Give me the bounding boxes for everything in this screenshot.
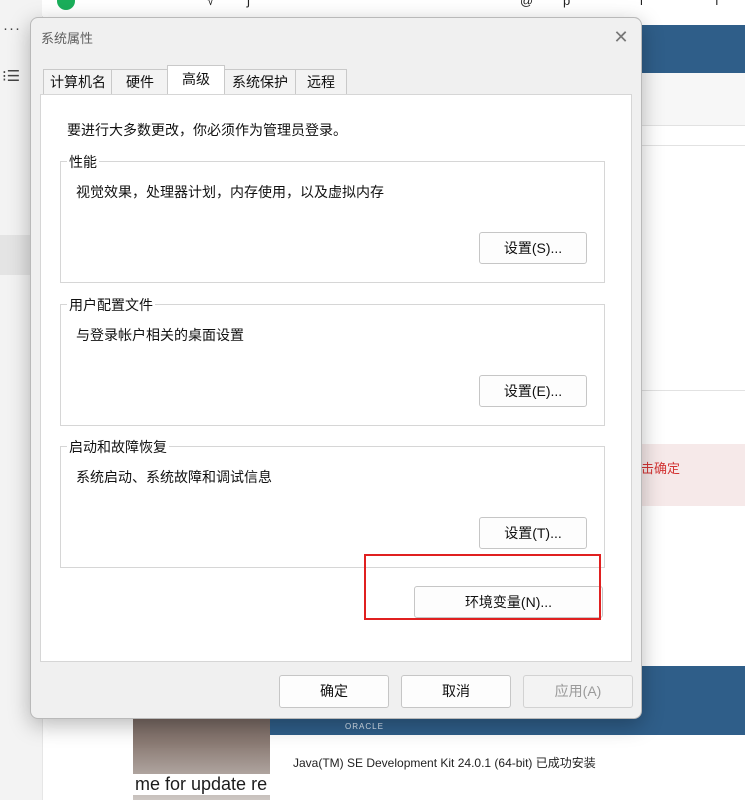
- user-profiles-group: 用户配置文件 与登录帐户相关的桌面设置 设置(E)...: [60, 295, 605, 426]
- background-header-bar: [632, 25, 745, 73]
- top-fragment: ʃ: [247, 0, 250, 8]
- dialog-title: 系统属性: [41, 31, 94, 46]
- tab-system-protection[interactable]: 系统保护: [223, 69, 297, 94]
- startup-recovery-group: 启动和故障恢复 系统启动、系统故障和调试信息 设置(T)...: [60, 437, 605, 568]
- group-label: 启动和故障恢复: [67, 437, 169, 457]
- background-hint-text: 击确定: [641, 461, 681, 476]
- divider: [632, 145, 745, 146]
- top-fragment: p: [563, 0, 571, 8]
- highlight-box: [364, 554, 601, 620]
- installer-message: Java(TM) SE Development Kit 24.0.1 (64-b…: [293, 756, 596, 770]
- more-dots-icon[interactable]: ···: [3, 20, 21, 37]
- ok-button[interactable]: 确定: [279, 675, 389, 708]
- divider: [632, 390, 745, 391]
- startup-recovery-settings-button[interactable]: 设置(T)...: [479, 517, 587, 549]
- group-description: 系统启动、系统故障和调试信息: [76, 469, 272, 485]
- top-fragment: l: [640, 0, 643, 8]
- background-gray-band: [632, 73, 745, 125]
- divider: [632, 125, 745, 126]
- top-text-fragments: √ ʃ @ p l ı: [0, 0, 745, 9]
- user-profiles-settings-button[interactable]: 设置(E)...: [479, 375, 587, 407]
- oracle-logo: ORACLE: [345, 722, 384, 731]
- admin-notice: 要进行大多数更改，你必须作为管理员登录。: [67, 122, 347, 138]
- background-caption: me for update re: [133, 774, 271, 795]
- cancel-button[interactable]: 取消: [401, 675, 511, 708]
- apply-button[interactable]: 应用(A): [523, 675, 633, 708]
- tab-hardware[interactable]: 硬件: [111, 69, 169, 94]
- tab-remote[interactable]: 远程: [295, 69, 347, 94]
- group-label: 性能: [67, 152, 99, 172]
- performance-group: 性能 视觉效果，处理器计划，内存使用，以及虚拟内存 设置(S)...: [60, 152, 605, 283]
- top-fragment: ı: [715, 0, 719, 8]
- group-description: 与登录帐户相关的桌面设置: [76, 327, 244, 343]
- close-icon[interactable]: ✕: [609, 25, 633, 49]
- group-label: 用户配置文件: [67, 295, 155, 315]
- top-fragment: @: [520, 0, 534, 8]
- tab-computer-name[interactable]: 计算机名: [43, 69, 113, 94]
- performance-settings-button[interactable]: 设置(S)...: [479, 232, 587, 264]
- top-fragment: √: [207, 0, 215, 8]
- list-icon[interactable]: ⁝☰: [2, 67, 20, 85]
- group-description: 视觉效果，处理器计划，内存使用，以及虚拟内存: [76, 184, 384, 200]
- tab-advanced[interactable]: 高级: [167, 65, 225, 94]
